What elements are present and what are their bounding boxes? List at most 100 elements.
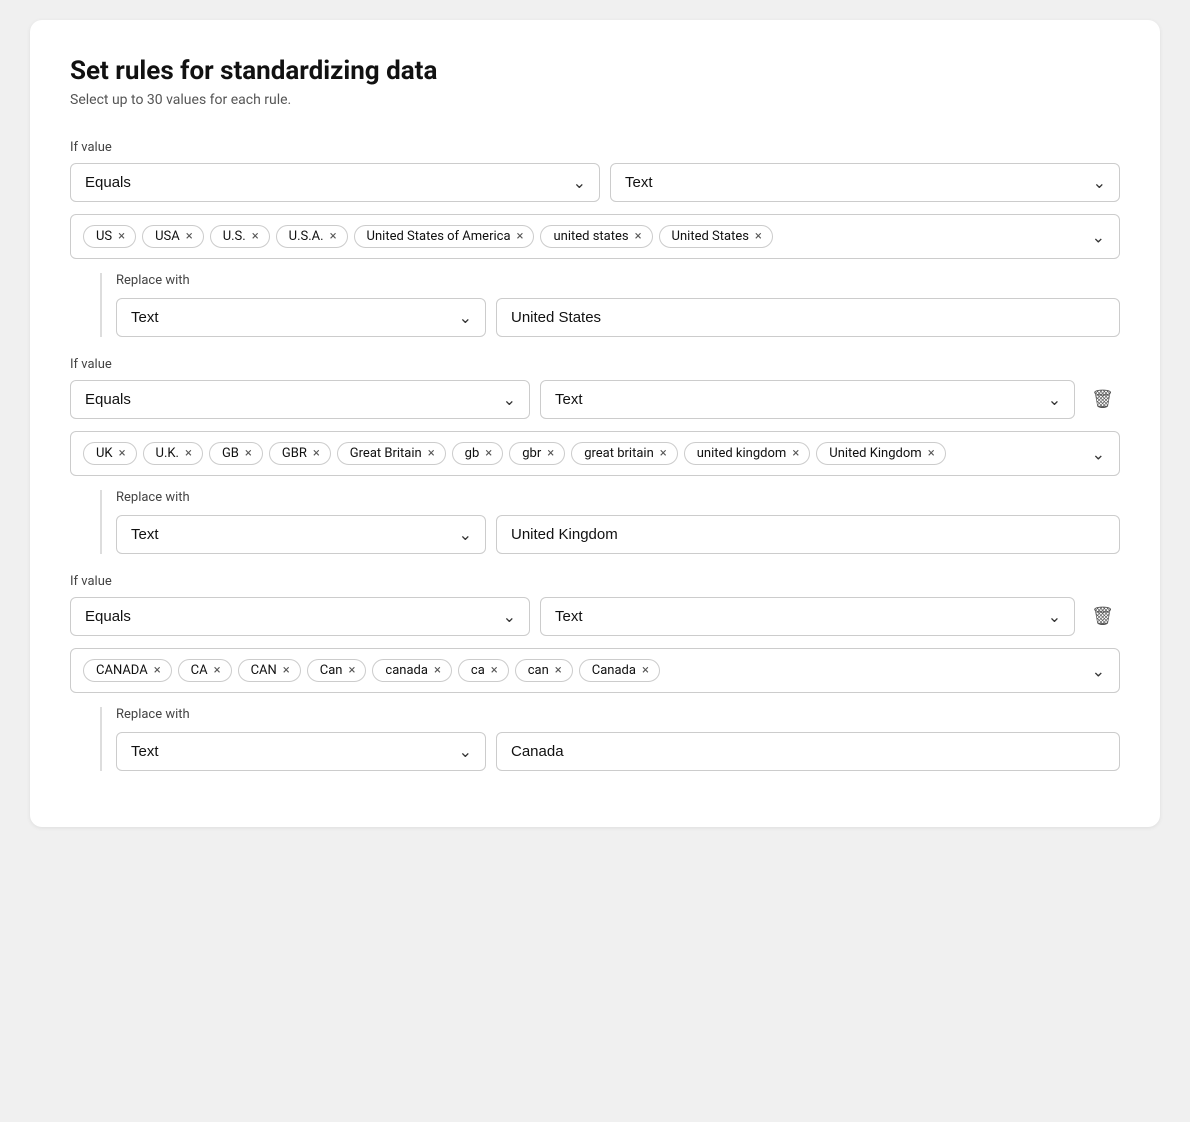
- rule-3-tags-box: CANADA× CA× CAN× Can× canada× ca× can× C…: [70, 648, 1120, 693]
- tag-united-states: United States×: [659, 225, 773, 248]
- tag-can-lower: can×: [515, 659, 573, 682]
- tag-usa: USA×: [142, 225, 204, 248]
- tags-box-1-chevron: ⌄: [1092, 227, 1105, 246]
- tag-great-britain: Great Britain×: [337, 442, 446, 465]
- rule-2-selects-row: Equals Contains ⌄ Text Number ⌄ 🗑: [70, 380, 1120, 419]
- tag-uk-close[interactable]: ×: [119, 447, 126, 460]
- rule-1-condition-select[interactable]: Equals Contains Starts with: [70, 163, 600, 202]
- tag-usa-dot-close[interactable]: ×: [330, 230, 337, 243]
- tag-ca-close[interactable]: ×: [214, 664, 221, 677]
- tag-gbr-lower-close[interactable]: ×: [547, 447, 554, 460]
- tag-united-states-lower: united states×: [540, 225, 652, 248]
- tag-canada-lower-close[interactable]: ×: [434, 664, 441, 677]
- rule-1-tags-box: US× USA× U.S.× U.S.A.× United States of …: [70, 214, 1120, 259]
- rule-1-type-wrapper: Text Number ⌄: [610, 163, 1120, 202]
- tag-uk: UK×: [83, 442, 137, 465]
- rule-2-delete-button[interactable]: 🗑: [1085, 383, 1120, 416]
- tag-canada-upper: CANADA×: [83, 659, 172, 682]
- tag-us: US×: [83, 225, 136, 248]
- tag-united-kingdom-close[interactable]: ×: [928, 447, 935, 460]
- tag-us-close[interactable]: ×: [118, 230, 125, 243]
- rule-2: If value Equals Contains ⌄ Text Number ⌄…: [70, 357, 1120, 554]
- rule-3-delete-button[interactable]: 🗑: [1085, 600, 1120, 633]
- tag-great-britain-close[interactable]: ×: [428, 447, 435, 460]
- rule-3-type-wrapper: Text Number ⌄: [540, 597, 1075, 636]
- rule-1-replace-type-select[interactable]: Text Number: [116, 298, 486, 337]
- rule-1-type-select[interactable]: Text Number: [610, 163, 1120, 202]
- tag-gb: GB×: [209, 442, 263, 465]
- rule-3-replace-type-wrapper: Text Number ⌄: [116, 732, 486, 771]
- tag-gb-close[interactable]: ×: [245, 447, 252, 460]
- rule-2-type-wrapper: Text Number ⌄: [540, 380, 1075, 419]
- tag-usa-full-close[interactable]: ×: [517, 230, 524, 243]
- tag-united-states-close[interactable]: ×: [755, 230, 762, 243]
- tag-canada-lower: canada×: [372, 659, 451, 682]
- rule-3-replace-type-select[interactable]: Text Number: [116, 732, 486, 771]
- tag-can-title-close[interactable]: ×: [348, 664, 355, 677]
- rule-3-condition-select[interactable]: Equals Contains: [70, 597, 530, 636]
- tag-us-dot-close[interactable]: ×: [252, 230, 259, 243]
- tag-gbr-lower: gbr×: [509, 442, 565, 465]
- tag-usa-close[interactable]: ×: [186, 230, 193, 243]
- rule-3-condition-wrapper: Equals Contains ⌄: [70, 597, 530, 636]
- rule-2-condition-wrapper: Equals Contains ⌄: [70, 380, 530, 419]
- rule-2-condition-select[interactable]: Equals Contains: [70, 380, 530, 419]
- tag-united-kingdom: United Kingdom×: [816, 442, 945, 465]
- tag-gbr: GBR×: [269, 442, 331, 465]
- tag-can-lower-close[interactable]: ×: [555, 664, 562, 677]
- tag-can-upper-close[interactable]: ×: [283, 664, 290, 677]
- tag-united-kingdom-lower-close[interactable]: ×: [792, 447, 799, 460]
- rule-2-replace-label: Replace with: [116, 490, 1120, 505]
- rule-1-replace-value-input[interactable]: [496, 298, 1120, 337]
- tag-can-title: Can×: [307, 659, 367, 682]
- rule-2-replace-value-input[interactable]: [496, 515, 1120, 554]
- rule-1: If value Equals Contains Starts with ⌄ T…: [70, 140, 1120, 337]
- rule-1-replace-type-wrapper: Text Number ⌄: [116, 298, 486, 337]
- rule-1-condition-wrapper: Equals Contains Starts with ⌄: [70, 163, 600, 202]
- rule-1-replace-row: Text Number ⌄: [116, 298, 1120, 337]
- tag-great-britain-lower-close[interactable]: ×: [660, 447, 667, 460]
- rule-2-replace-type-wrapper: Text Number ⌄: [116, 515, 486, 554]
- tags-box-2-chevron: ⌄: [1092, 444, 1105, 463]
- rule-3-type-select[interactable]: Text Number: [540, 597, 1075, 636]
- rule-1-replace-label: Replace with: [116, 273, 1120, 288]
- tag-gb-lower-close[interactable]: ×: [485, 447, 492, 460]
- tag-ca: CA×: [178, 659, 232, 682]
- tag-can-upper: CAN×: [238, 659, 301, 682]
- rule-2-replace-section: Replace with Text Number ⌄: [100, 490, 1120, 554]
- tag-gb-lower: gb×: [452, 442, 504, 465]
- tag-great-britain-lower: great britain×: [571, 442, 678, 465]
- if-value-label-2: If value: [70, 357, 1120, 372]
- rule-3-selects-row: Equals Contains ⌄ Text Number ⌄ 🗑: [70, 597, 1120, 636]
- tag-united-states-lower-close[interactable]: ×: [635, 230, 642, 243]
- tag-usa-dot: U.S.A.×: [276, 225, 348, 248]
- if-value-label-3: If value: [70, 574, 1120, 589]
- tag-uk-dot-close[interactable]: ×: [185, 447, 192, 460]
- rule-3: If value Equals Contains ⌄ Text Number ⌄…: [70, 574, 1120, 771]
- rule-3-replace-value-input[interactable]: [496, 732, 1120, 771]
- rule-3-trash-icon: 🗑: [1091, 606, 1114, 627]
- rule-3-replace-label: Replace with: [116, 707, 1120, 722]
- tag-canada: Canada×: [579, 659, 660, 682]
- tag-canada-upper-close[interactable]: ×: [154, 664, 161, 677]
- page-subtitle: Select up to 30 values for each rule.: [70, 92, 1120, 108]
- main-card: Set rules for standardizing data Select …: [30, 20, 1160, 827]
- tag-gbr-close[interactable]: ×: [313, 447, 320, 460]
- rule-2-replace-type-select[interactable]: Text Number: [116, 515, 486, 554]
- tag-canada-close[interactable]: ×: [642, 664, 649, 677]
- tag-uk-dot: U.K.×: [143, 442, 203, 465]
- tag-united-states-of-america: United States of America×: [354, 225, 535, 248]
- rule-3-replace-section: Replace with Text Number ⌄: [100, 707, 1120, 771]
- rule-1-selects-row: Equals Contains Starts with ⌄ Text Numbe…: [70, 163, 1120, 202]
- rule-2-type-select[interactable]: Text Number: [540, 380, 1075, 419]
- rule-3-replace-row: Text Number ⌄: [116, 732, 1120, 771]
- tag-us-dot: U.S.×: [210, 225, 270, 248]
- rule-2-trash-icon: 🗑: [1091, 389, 1114, 410]
- rule-2-replace-row: Text Number ⌄: [116, 515, 1120, 554]
- page-title: Set rules for standardizing data: [70, 56, 1120, 86]
- tag-united-kingdom-lower: united kingdom×: [684, 442, 811, 465]
- tag-ca-lower-close[interactable]: ×: [491, 664, 498, 677]
- tags-box-3-chevron: ⌄: [1092, 661, 1105, 680]
- tag-ca-lower: ca×: [458, 659, 509, 682]
- rule-2-tags-box: UK× U.K.× GB× GBR× Great Britain× gb× gb…: [70, 431, 1120, 476]
